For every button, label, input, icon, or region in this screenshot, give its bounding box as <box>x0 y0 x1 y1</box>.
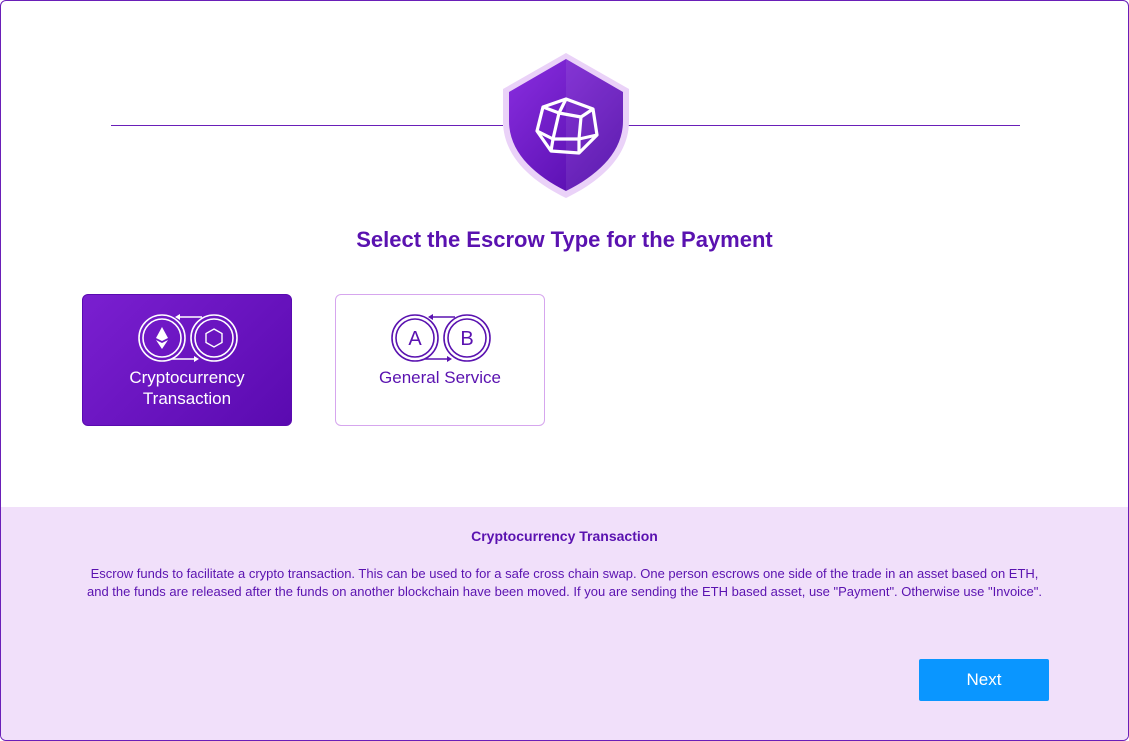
header-divider-right <box>627 125 1020 126</box>
app-window: Select the Escrow Type for the Payment C… <box>0 0 1129 741</box>
option-label: Cryptocurrency Transaction <box>129 368 245 408</box>
option-label: General Service <box>379 368 501 387</box>
hexagon-icon <box>205 328 223 348</box>
letter-a: A <box>408 328 422 350</box>
header-divider-left <box>111 125 503 126</box>
shield-logo-icon <box>503 53 629 198</box>
letter-b: B <box>460 328 473 350</box>
info-panel: Cryptocurrency Transaction Escrow funds … <box>1 507 1128 740</box>
crypto-exchange-icon <box>138 314 238 362</box>
next-button[interactable]: Next <box>919 659 1049 701</box>
info-description: Escrow funds to facilitate a crypto tran… <box>86 566 1043 599</box>
ethereum-icon <box>156 327 168 349</box>
page-title: Select the Escrow Type for the Payment <box>356 227 773 252</box>
option-crypto-transaction[interactable]: Cryptocurrency Transaction <box>82 294 292 426</box>
option-general-service[interactable]: A B General Service <box>335 294 545 426</box>
ab-exchange-icon: A B <box>391 314 491 362</box>
info-heading: Cryptocurrency Transaction <box>471 528 658 544</box>
